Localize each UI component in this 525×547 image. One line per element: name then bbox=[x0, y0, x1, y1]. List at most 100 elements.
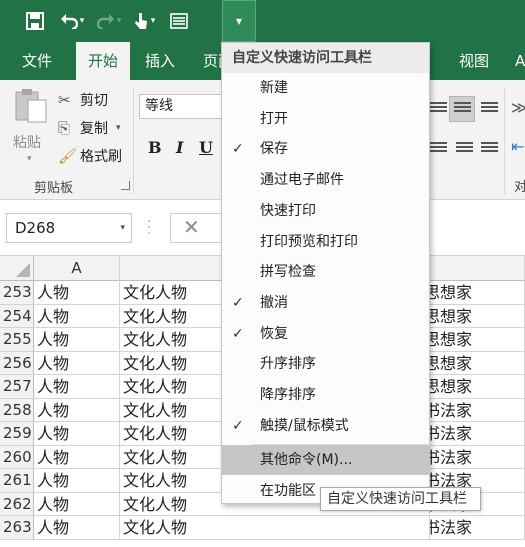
align-bottom-icon[interactable] bbox=[481, 102, 498, 116]
indent-icon[interactable]: ⇤ bbox=[511, 137, 524, 156]
paste-button[interactable]: 粘贴 bbox=[13, 132, 41, 152]
bold-button[interactable]: B bbox=[148, 138, 162, 157]
tab-file[interactable]: 文件 bbox=[22, 42, 52, 80]
cell-a[interactable]: 人物 bbox=[34, 351, 120, 375]
cell-d[interactable]: 思想家 bbox=[430, 281, 525, 305]
alignment-group-label: 对 bbox=[514, 180, 525, 195]
row-number[interactable]: 261 bbox=[0, 469, 34, 493]
copy-dropdown-icon[interactable]: ▾ bbox=[116, 123, 121, 133]
cell-a[interactable]: 人物 bbox=[34, 398, 120, 422]
cancel-icon[interactable]: ✕ bbox=[183, 215, 200, 239]
row-number[interactable]: 253 bbox=[0, 281, 34, 305]
form-icon[interactable] bbox=[162, 0, 196, 42]
font-name-box[interactable]: 等线 bbox=[139, 94, 225, 119]
select-all-corner[interactable] bbox=[0, 256, 34, 281]
cell-a[interactable]: 人物 bbox=[34, 375, 120, 399]
menu-item[interactable]: ✓ 撤消 bbox=[222, 288, 429, 318]
tab-home[interactable]: 开始 bbox=[76, 42, 131, 80]
menu-item[interactable]: 通过电子邮件 bbox=[222, 165, 429, 195]
group-divider bbox=[133, 88, 134, 194]
format-painter-button[interactable]: 🖌 格式刷 bbox=[58, 144, 122, 168]
row-number[interactable]: 257 bbox=[0, 375, 34, 399]
menu-item[interactable]: 降序排序 bbox=[222, 380, 429, 410]
row-number[interactable]: 256 bbox=[0, 351, 34, 375]
cell-a[interactable]: 人物 bbox=[34, 445, 120, 469]
underline-button[interactable]: U bbox=[199, 138, 213, 157]
row-number[interactable]: 263 bbox=[0, 516, 34, 540]
clipboard-launcher-icon[interactable] bbox=[121, 181, 130, 190]
row-number[interactable]: 259 bbox=[0, 422, 34, 446]
undo-icon[interactable]: ▾ bbox=[52, 0, 92, 42]
cell-a[interactable]: 人物 bbox=[34, 328, 120, 352]
menu-item[interactable]: 打开 bbox=[222, 104, 429, 134]
cut-button[interactable]: ✂ 剪切 bbox=[58, 88, 108, 112]
cell-a[interactable]: 人物 bbox=[34, 304, 120, 328]
align-right-icon[interactable] bbox=[481, 142, 498, 156]
menu-item[interactable]: 拼写检查 bbox=[222, 257, 429, 287]
menu-item-label: 升序排序 bbox=[260, 356, 316, 373]
table-row: 263人物文化人物书法家 bbox=[0, 516, 525, 540]
cell-b[interactable]: 文化人物 bbox=[120, 516, 430, 540]
column-header[interactable] bbox=[430, 256, 525, 281]
cell-d[interactable]: 书法家 bbox=[430, 445, 525, 469]
clipboard-group-label: 剪贴板 bbox=[34, 181, 74, 196]
redo-icon[interactable]: ▾ bbox=[92, 0, 126, 42]
quick-access-toolbar: ▾ ▾ ▾ ▾ bbox=[0, 0, 525, 42]
tooltip: 自定义快速访问工具栏 bbox=[320, 487, 481, 511]
align-center-icon[interactable] bbox=[456, 142, 473, 156]
tab-insert[interactable]: 插入 bbox=[145, 42, 175, 80]
cell-d[interactable]: 书法家 bbox=[430, 422, 525, 446]
align-left-icon[interactable] bbox=[430, 142, 447, 156]
orientation-icon[interactable]: ≫ bbox=[511, 98, 525, 117]
align-top-icon[interactable] bbox=[430, 102, 447, 116]
row-number[interactable]: 260 bbox=[0, 445, 34, 469]
column-header-a[interactable]: A bbox=[34, 256, 120, 281]
cell-a[interactable]: 人物 bbox=[34, 422, 120, 446]
italic-button[interactable]: I bbox=[176, 138, 183, 157]
paste-icon[interactable] bbox=[14, 88, 48, 124]
menu-item[interactable]: 升序排序 bbox=[222, 349, 429, 379]
menu-item[interactable]: ✓ 触摸/鼠标模式 bbox=[222, 411, 429, 441]
paste-dropdown-icon[interactable]: ▾ bbox=[27, 154, 32, 164]
name-box-dropdown-icon[interactable]: ▾ bbox=[120, 214, 125, 242]
cell-d[interactable]: 思想家 bbox=[430, 328, 525, 352]
copy-icon: ⎘ bbox=[58, 119, 71, 137]
menu-item-label: 其他命令(M)... bbox=[260, 452, 353, 468]
row-number[interactable]: 255 bbox=[0, 328, 34, 352]
cell-a[interactable]: 人物 bbox=[34, 281, 120, 305]
menu-item[interactable]: ✓ 保存 bbox=[222, 134, 429, 164]
cell-d[interactable]: 思想家 bbox=[430, 375, 525, 399]
splitter-dots-icon[interactable]: · · · bbox=[147, 215, 151, 241]
menu-item-label: 新建 bbox=[260, 80, 288, 96]
format-painter-label: 格式刷 bbox=[80, 149, 122, 165]
menu-item-label: 通过电子邮件 bbox=[260, 172, 344, 189]
menu-item[interactable]: 新建 bbox=[222, 73, 429, 103]
cell-a[interactable]: 人物 bbox=[34, 492, 120, 516]
cell-d[interactable]: 书法家 bbox=[430, 398, 525, 422]
cell-d[interactable]: 书法家 bbox=[430, 516, 525, 540]
menu-item[interactable]: ✓ 恢复 bbox=[222, 319, 429, 349]
menu-item[interactable]: 打印预览和打印 bbox=[222, 227, 429, 257]
customize-qat-icon[interactable]: ▾ bbox=[222, 0, 256, 42]
menu-item[interactable]: 快速打印 bbox=[222, 196, 429, 226]
menu-item[interactable]: 其他命令(M)... bbox=[222, 445, 429, 475]
row-number[interactable]: 258 bbox=[0, 398, 34, 422]
row-number[interactable]: 254 bbox=[0, 304, 34, 328]
menu-item-label: 快速打印 bbox=[260, 202, 316, 219]
scissors-icon: ✂ bbox=[58, 91, 71, 109]
cell-a[interactable]: 人物 bbox=[34, 469, 120, 493]
customize-qat-menu: 自定义快速访问工具栏 新建 打开 ✓ 保存 通过电子邮件 快速打印 打印预览和打印 拼写检查 ✓… bbox=[221, 42, 430, 504]
row-number[interactable]: 262 bbox=[0, 492, 34, 516]
cell-d[interactable]: 思想家 bbox=[430, 304, 525, 328]
cell-d[interactable]: 思想家 bbox=[430, 351, 525, 375]
touch-mode-icon[interactable]: ▾ bbox=[126, 0, 162, 42]
menu-item-label: 触摸/鼠标模式 bbox=[260, 417, 349, 434]
save-icon[interactable] bbox=[18, 0, 52, 42]
copy-label: 复制 bbox=[80, 121, 108, 137]
tab-view[interactable]: 视图 bbox=[459, 42, 489, 80]
copy-button[interactable]: ⎘ 复制 ▾ bbox=[58, 116, 121, 140]
name-box[interactable]: D268 ▾ bbox=[6, 213, 132, 243]
align-middle-icon[interactable] bbox=[454, 102, 471, 116]
cell-a[interactable]: 人物 bbox=[34, 516, 120, 540]
tab-more[interactable]: A bbox=[515, 42, 525, 80]
